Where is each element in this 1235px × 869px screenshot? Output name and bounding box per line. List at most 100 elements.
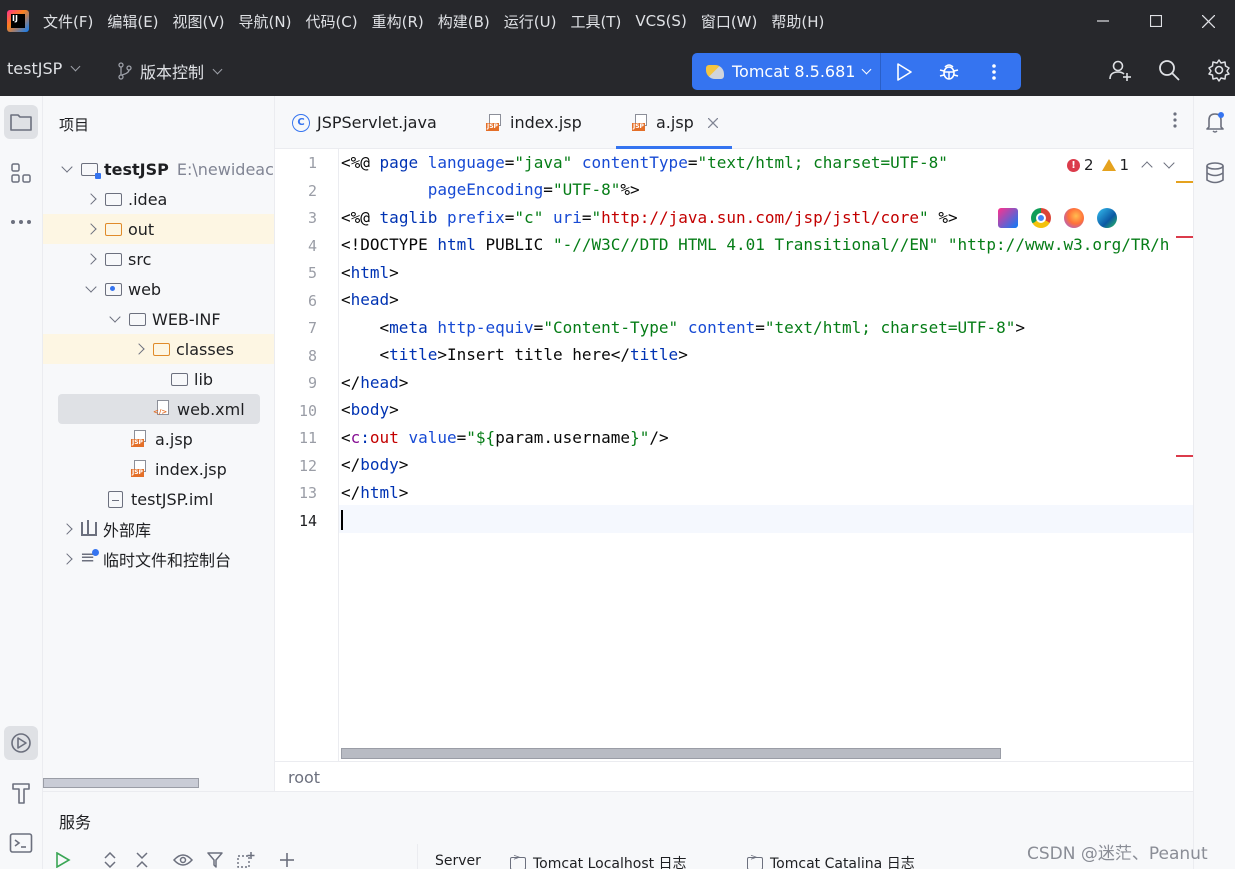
maximize-button[interactable]	[1129, 0, 1182, 42]
minimize-button[interactable]	[1076, 0, 1129, 42]
breadcrumb-item[interactable]: root	[288, 768, 320, 787]
run-config-selector[interactable]: Tomcat 8.5.681	[692, 53, 880, 90]
tree-item-index-jsp[interactable]: JSP index.jsp	[43, 454, 274, 484]
search-button[interactable]	[1154, 55, 1184, 85]
tree-item-path: E:\newideac	[176, 159, 274, 179]
line-number: 2	[307, 182, 317, 200]
code-line-8: <title>Insert title here</title>	[379, 345, 688, 364]
chevron-down-icon	[212, 64, 223, 74]
menu-bar: IJ 文件(F) 编辑(E) 视图(V) 导航(N) 代码(C) 重构(R) 构…	[0, 0, 1235, 42]
tabs-menu-button[interactable]	[1173, 112, 1177, 133]
menu-tools[interactable]: 工具(T)	[570, 11, 621, 32]
add-user-button[interactable]	[1105, 55, 1135, 85]
tree-item-out[interactable]: out	[43, 214, 274, 244]
add-service-button[interactable]	[279, 852, 295, 869]
project-switcher-label: testJSP	[7, 59, 63, 78]
tree-item-lib[interactable]: lib	[43, 364, 274, 394]
tree-item-external-libs[interactable]: 外部库	[43, 514, 274, 544]
terminal-tool-button[interactable]	[4, 826, 38, 860]
line-number: 9	[307, 374, 317, 392]
tree-item-a-jsp[interactable]: JSP a.jsp	[43, 424, 274, 454]
menu-view[interactable]: 视图(V)	[173, 11, 225, 32]
inspection-widget[interactable]: ! 2 1	[1067, 155, 1187, 175]
tab-index-jsp[interactable]: JSP index.jsp	[486, 96, 582, 149]
tree-item-web-inf[interactable]: WEB-INF	[43, 304, 274, 334]
firefox-icon[interactable]	[1064, 208, 1084, 228]
tree-item-web-xml[interactable]: </> web.xml	[58, 394, 260, 424]
structure-tool-button[interactable]	[4, 156, 38, 190]
code-editor[interactable]: 1 2 3 4 5 6 7 8 9 10 11 12 13 14 <%@ pag…	[275, 149, 1193, 761]
services-panel-title: 服务	[59, 813, 92, 832]
tree-item-iml[interactable]: testJSP.iml	[43, 484, 274, 514]
tree-item-classes[interactable]: classes	[43, 334, 274, 364]
menu-window[interactable]: 窗口(W)	[701, 11, 758, 32]
tab-tomcat-localhost-log[interactable]: Tomcat Localhost 日志	[510, 853, 687, 869]
tree-item-label: 临时文件和控制台	[103, 551, 232, 570]
chevron-down-icon[interactable]	[1163, 157, 1175, 169]
vcs-switcher[interactable]: 版本控制	[117, 59, 223, 83]
tab-tomcat-catalina-log[interactable]: Tomcat Catalina 日志	[747, 853, 915, 869]
add-group-icon	[237, 852, 255, 868]
web-folder-icon	[105, 282, 122, 296]
collapse-all-button[interactable]	[135, 852, 149, 869]
new-group-button[interactable]	[237, 852, 255, 869]
jetbrains-browser-icon[interactable]	[998, 208, 1018, 228]
menu-file[interactable]: 文件(F)	[43, 11, 93, 32]
run-button[interactable]	[881, 53, 926, 90]
warning-stripe-marker[interactable]	[1176, 181, 1193, 183]
menu-edit[interactable]: 编辑(E)	[107, 11, 158, 32]
view-options-button[interactable]	[172, 852, 194, 869]
chrome-icon[interactable]	[1031, 208, 1051, 228]
code-line-5: <html>	[341, 263, 399, 282]
error-stripe-marker[interactable]	[1176, 455, 1193, 457]
line-number: 6	[307, 292, 317, 310]
menu-navigate[interactable]: 导航(N)	[239, 11, 292, 32]
database-button[interactable]	[1198, 156, 1232, 190]
folder-icon	[129, 312, 146, 326]
close-icon	[1202, 14, 1215, 28]
close-window-button[interactable]	[1182, 0, 1235, 42]
run-widget: Tomcat 8.5.681	[692, 53, 1021, 90]
tree-item-root[interactable]: testJSP E:\newideac	[43, 154, 274, 184]
settings-button[interactable]	[1204, 55, 1234, 85]
chevron-up-icon[interactable]	[1141, 161, 1153, 173]
menu-vcs[interactable]: VCS(S)	[635, 12, 686, 30]
filter-button[interactable]	[207, 852, 223, 869]
debug-button[interactable]	[926, 53, 971, 90]
more-tools-button[interactable]	[4, 205, 38, 239]
tab-server[interactable]: Server	[435, 853, 481, 869]
code-line-3: <%@ taglib prefix="c" uri="http://java.s…	[341, 208, 958, 227]
menu-code[interactable]: 代码(C)	[305, 11, 357, 32]
menu-build[interactable]: 构建(B)	[438, 11, 490, 32]
menu-help[interactable]: 帮助(H)	[771, 11, 824, 32]
line-number: 14	[298, 512, 317, 530]
services-tool-button[interactable]	[4, 726, 38, 760]
error-stripe-marker[interactable]	[1176, 236, 1193, 238]
expand-all-button[interactable]	[103, 851, 117, 869]
tree-item-idea[interactable]: .idea	[43, 184, 274, 214]
tree-item-scratches[interactable]: 临时文件和控制台	[43, 544, 274, 574]
notifications-button[interactable]	[1198, 105, 1232, 139]
tree-item-web[interactable]: web	[43, 274, 274, 304]
structure-icon	[11, 163, 31, 183]
close-tab-icon[interactable]	[707, 117, 718, 128]
tree-item-src[interactable]: src	[43, 244, 274, 274]
project-tool-button[interactable]	[4, 105, 38, 139]
menu-refactor[interactable]: 重构(R)	[372, 11, 424, 32]
vcs-switcher-label: 版本控制	[140, 63, 205, 82]
editor-horizontal-scrollbar[interactable]	[341, 748, 1001, 759]
chevron-right-icon	[85, 193, 97, 205]
tree-item-label: index.jsp	[155, 459, 227, 479]
project-switcher[interactable]: testJSP	[7, 59, 81, 78]
services-run-button[interactable]	[55, 851, 71, 869]
menu-run[interactable]: 运行(U)	[504, 11, 557, 32]
tab-jspservlet-java[interactable]: C JSPServlet.java	[292, 96, 437, 149]
build-tool-button[interactable]	[4, 776, 38, 810]
edge-icon[interactable]	[1097, 208, 1117, 228]
more-horizontal-icon	[11, 220, 31, 224]
tab-a-jsp[interactable]: JSP a.jsp	[616, 96, 732, 149]
console-icon	[510, 853, 526, 869]
project-horizontal-scrollbar[interactable]	[43, 778, 199, 788]
jsp-file-icon: JSP	[486, 113, 504, 132]
more-actions-button[interactable]	[971, 53, 1016, 90]
